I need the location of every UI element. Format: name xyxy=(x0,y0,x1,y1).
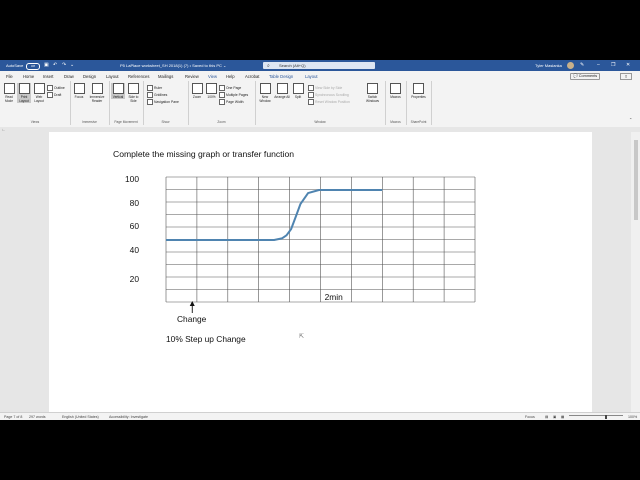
step-description: 10% Step up Change xyxy=(166,334,246,344)
y-tick-label: 80 xyxy=(130,198,140,208)
y-tick-label: 20 xyxy=(130,274,140,284)
time-label: 2min xyxy=(324,292,343,302)
response-curve xyxy=(166,189,383,241)
y-tick-label: 40 xyxy=(130,245,140,255)
y-axis-labels: 100 80 60 40 20 xyxy=(125,174,139,284)
step-marker-arrow xyxy=(189,301,195,313)
y-tick-label: 60 xyxy=(130,221,140,231)
step-response-graph: 100 80 60 40 20 xyxy=(125,174,476,313)
y-tick-label: 100 xyxy=(125,174,139,184)
mouse-cursor-icon: ⇱ xyxy=(299,334,305,340)
change-label: Change xyxy=(177,314,207,324)
